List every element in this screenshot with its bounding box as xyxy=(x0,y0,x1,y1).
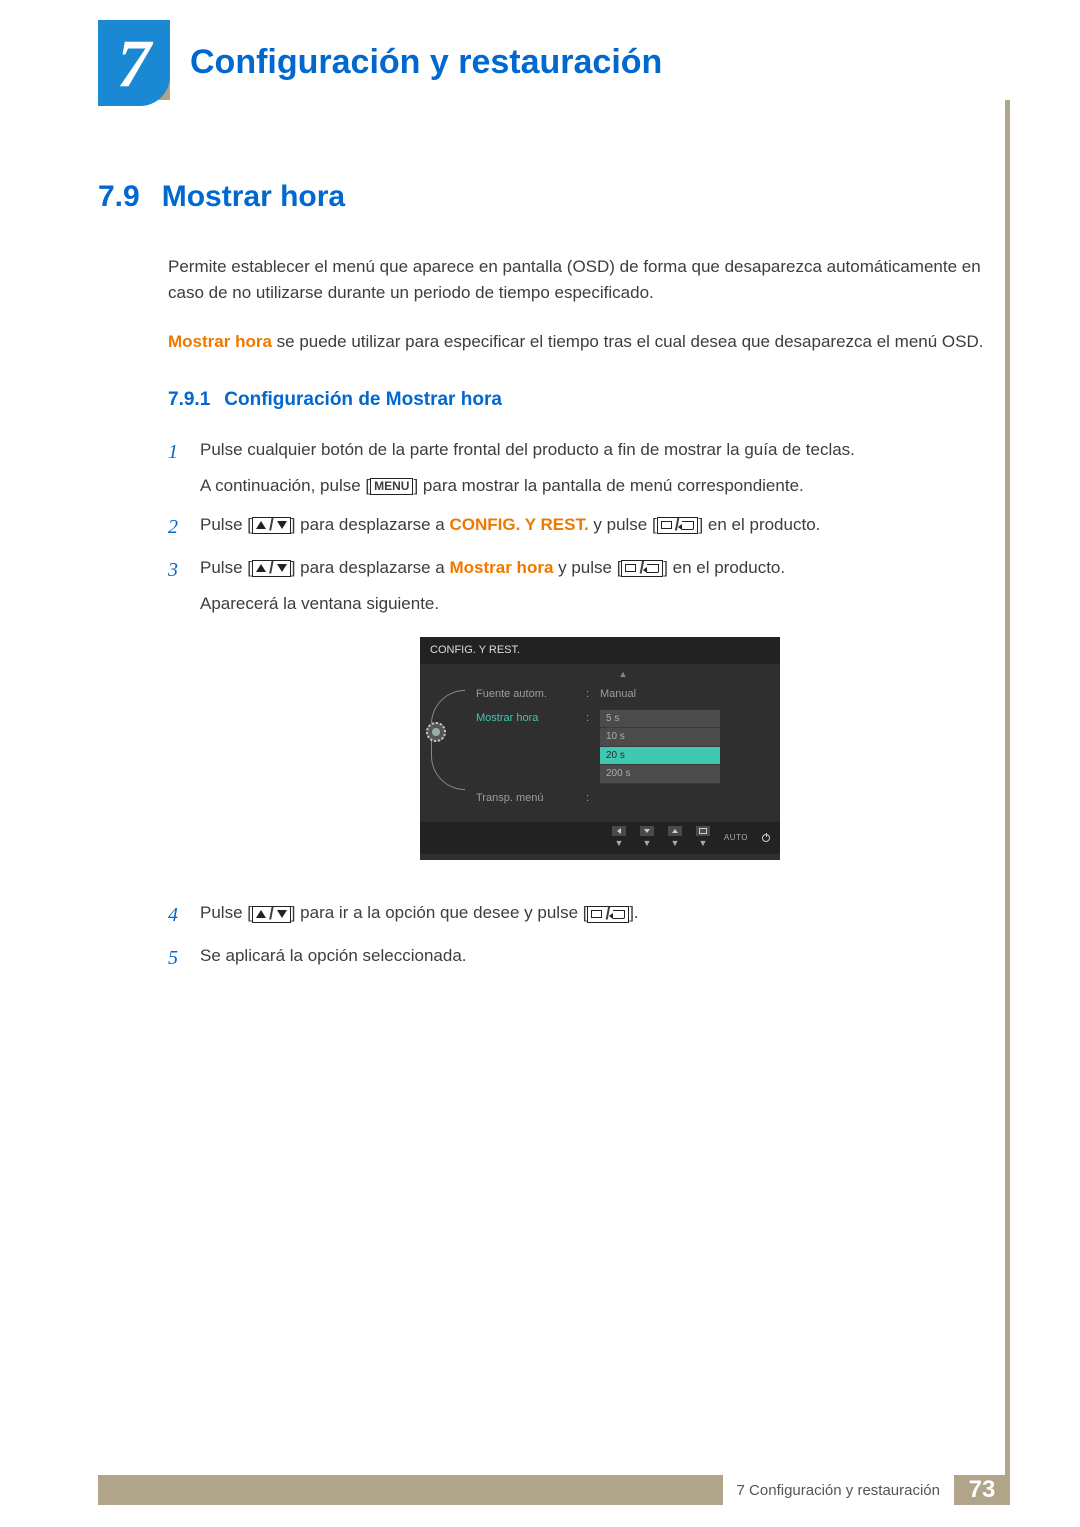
subsection-heading: 7.9.1 Configuración de Mostrar hora xyxy=(168,389,1000,411)
osd-up-icon: ▼ xyxy=(668,826,682,851)
step-number: 1 xyxy=(168,437,182,500)
step-number: 5 xyxy=(168,943,182,974)
step-body: Pulse [/] para desplazarse a Mostrar hor… xyxy=(200,555,1000,889)
osd-menu: CONFIG. Y REST. ▲ Fuente autom. : Manual xyxy=(420,637,780,860)
osd-row-transp: Transp. menú : xyxy=(476,787,770,810)
osd-down-icon: ▼ xyxy=(640,826,654,851)
section-heading: 7.9 Mostrar hora xyxy=(98,180,1000,214)
osd-row-mostrar-hora: Mostrar hora : 5 s 10 s 20 s 200 s xyxy=(476,707,770,787)
osd-option: 200 s xyxy=(600,765,720,784)
subsection-number: 7.9.1 xyxy=(168,389,210,411)
intro-paragraph-2: Mostrar hora se puede utilizar para espe… xyxy=(168,329,1000,355)
up-down-icon: / xyxy=(252,560,291,577)
intro-paragraph-1: Permite establecer el menú que aparece e… xyxy=(168,254,1000,307)
osd-bottom-bar: ▼ ▼ ▼ ▼ AUTO xyxy=(420,822,780,855)
step-3: 3 Pulse [/] para desplazarse a Mostrar h… xyxy=(168,555,1000,889)
steps-list: 1 Pulse cualquier botón de la parte fron… xyxy=(168,437,1000,974)
step-5: 5 Se aplicará la opción seleccionada. xyxy=(168,943,1000,974)
select-enter-icon: / xyxy=(657,517,699,534)
step-number: 2 xyxy=(168,512,182,543)
intro-rest: se puede utilizar para especificar el ti… xyxy=(272,332,984,351)
step-number: 4 xyxy=(168,900,182,931)
osd-enter-icon: ▼ xyxy=(696,826,710,851)
page-number: 73 xyxy=(954,1475,1010,1505)
step-4: 4 Pulse [/] para ir a la opción que dese… xyxy=(168,900,1000,931)
step-1a: Pulse cualquier botón de la parte fronta… xyxy=(200,437,1000,463)
osd-option-selected: 20 s xyxy=(600,747,720,766)
step-body: Se aplicará la opción seleccionada. xyxy=(200,943,1000,974)
footer-bar: 7 Configuración y restauración 73 xyxy=(98,1475,1010,1505)
osd-options: 5 s 10 s 20 s 200 s xyxy=(600,710,720,784)
step-3b: Aparecerá la ventana siguiente. xyxy=(200,591,1000,617)
config-rest-highlight: CONFIG. Y REST. xyxy=(449,515,588,534)
step-body: Pulse [/] para desplazarse a CONFIG. Y R… xyxy=(200,512,1000,543)
mostrar-hora-highlight: Mostrar hora xyxy=(449,558,553,577)
osd-up-arrow-icon: ▲ xyxy=(476,670,770,679)
select-enter-icon: / xyxy=(621,560,663,577)
osd-power-icon xyxy=(762,834,770,842)
osd-back-icon: ▼ xyxy=(612,826,626,851)
subsection-title: Configuración de Mostrar hora xyxy=(224,389,502,411)
up-down-icon: / xyxy=(252,906,291,923)
osd-body: ▲ Fuente autom. : Manual Mostrar hora : xyxy=(420,664,780,815)
chapter-number: 7 xyxy=(117,24,151,103)
step-body: Pulse cualquier botón de la parte fronta… xyxy=(200,437,1000,500)
osd-option: 5 s xyxy=(600,710,720,729)
step-body: Pulse [/] para ir a la opción que desee … xyxy=(200,900,1000,931)
select-enter-icon: / xyxy=(587,906,629,923)
osd-left-arc xyxy=(430,670,466,809)
up-down-icon: / xyxy=(252,517,291,534)
osd-header: CONFIG. Y REST. xyxy=(420,637,780,664)
side-strip xyxy=(1005,100,1010,1477)
osd-option: 10 s xyxy=(600,728,720,747)
section-number: 7.9 xyxy=(98,180,140,214)
step-1: 1 Pulse cualquier botón de la parte fron… xyxy=(168,437,1000,500)
footer-text: 7 Configuración y restauración xyxy=(723,1475,954,1505)
intro-highlight: Mostrar hora xyxy=(168,332,272,351)
content: 7.9 Mostrar hora Permite establecer el m… xyxy=(98,180,1000,986)
chapter-badge: 7 xyxy=(98,20,170,106)
osd-center: ▲ Fuente autom. : Manual Mostrar hora : xyxy=(476,670,770,809)
step-number: 3 xyxy=(168,555,182,889)
section-title: Mostrar hora xyxy=(162,180,345,214)
menu-button-icon: MENU xyxy=(370,478,413,494)
step-2: 2 Pulse [/] para desplazarse a CONFIG. Y… xyxy=(168,512,1000,543)
step-1b: A continuación, pulse [MENU] para mostra… xyxy=(200,473,1000,499)
chapter-title: Configuración y restauración xyxy=(170,24,1010,100)
osd-auto-label: AUTO xyxy=(724,832,748,844)
osd-row-fuente: Fuente autom. : Manual xyxy=(476,683,770,706)
